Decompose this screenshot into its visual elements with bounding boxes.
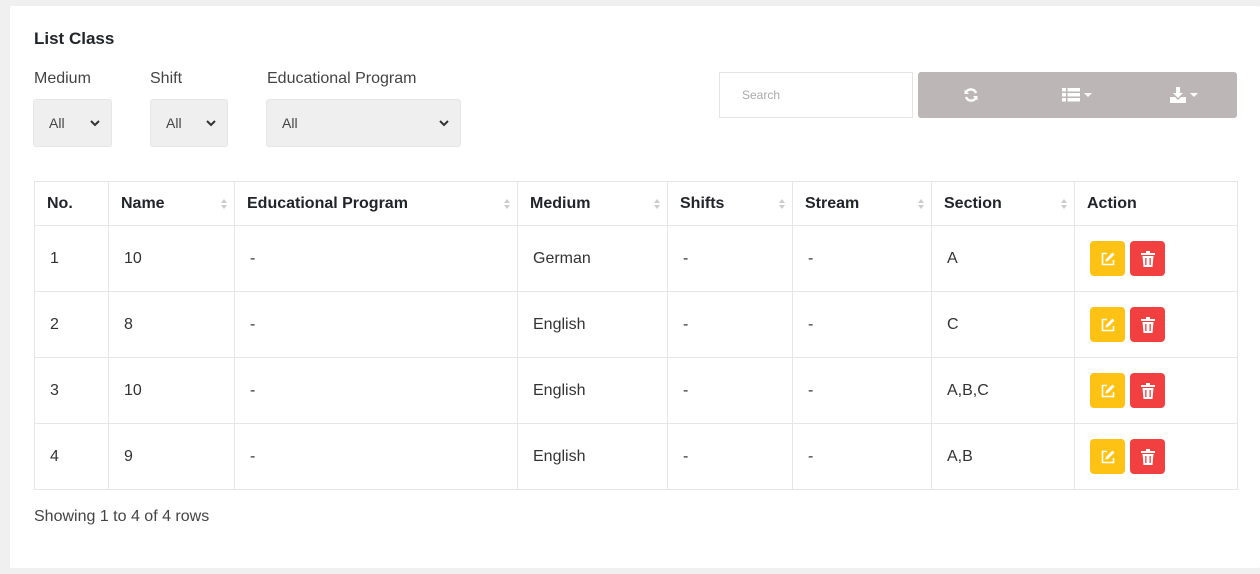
cell-action xyxy=(1074,291,1238,358)
table-header-row: No. Name Educational Program Medium Shif… xyxy=(34,181,1238,226)
cell-medium: English xyxy=(517,357,668,424)
sort-icon xyxy=(221,198,227,209)
program-filter-label: Educational Program xyxy=(267,70,417,87)
sort-icon xyxy=(779,198,785,209)
search-input[interactable]: Search xyxy=(719,72,913,118)
cell-no: 1 xyxy=(34,225,109,292)
column-header-stream[interactable]: Stream xyxy=(792,181,932,226)
cell-stream: - xyxy=(792,225,932,292)
table-toolbar xyxy=(918,72,1237,118)
sort-icon xyxy=(1061,198,1067,209)
refresh-button[interactable] xyxy=(918,72,1024,118)
chevron-down-icon xyxy=(439,120,449,127)
cell-no: 4 xyxy=(34,423,109,490)
refresh-icon xyxy=(964,88,978,102)
list-class-card: List Class Medium All Shift All Educatio… xyxy=(10,6,1260,568)
cell-name: 10 xyxy=(108,225,235,292)
column-header-no: No. xyxy=(34,181,109,226)
edit-button[interactable] xyxy=(1090,373,1125,408)
cell-medium: English xyxy=(517,423,668,490)
cell-stream: - xyxy=(792,357,932,424)
cell-no: 3 xyxy=(34,357,109,424)
table-row: 2 8 - English - - C xyxy=(34,291,1238,358)
pagination-summary: Showing 1 to 4 of 4 rows xyxy=(34,508,210,525)
column-header-name[interactable]: Name xyxy=(108,181,235,226)
cell-stream: - xyxy=(792,423,932,490)
shift-filter-label: Shift xyxy=(150,70,183,87)
cell-name: 10 xyxy=(108,357,235,424)
medium-filter-label: Medium xyxy=(34,70,91,87)
export-button[interactable] xyxy=(1131,72,1237,118)
edit-icon xyxy=(1101,318,1114,331)
sort-icon xyxy=(654,198,660,209)
trash-icon xyxy=(1140,250,1155,267)
cell-section: A xyxy=(931,225,1075,292)
search-placeholder: Search xyxy=(742,88,781,102)
column-header-medium[interactable]: Medium xyxy=(517,181,668,226)
cell-shifts: - xyxy=(667,423,793,490)
caret-down-icon xyxy=(1084,93,1093,97)
list-columns-icon xyxy=(1062,88,1081,102)
cell-program: - xyxy=(234,357,518,424)
delete-button[interactable] xyxy=(1130,373,1165,408)
medium-select[interactable]: All xyxy=(33,99,112,147)
page-title: List Class xyxy=(34,29,115,48)
table-row: 4 9 - English - - A,B xyxy=(34,423,1238,490)
edit-button[interactable] xyxy=(1090,439,1125,474)
sort-icon xyxy=(504,198,510,209)
trash-icon xyxy=(1140,382,1155,399)
cell-shifts: - xyxy=(667,357,793,424)
edit-button[interactable] xyxy=(1090,241,1125,276)
edit-button[interactable] xyxy=(1090,307,1125,342)
edit-icon xyxy=(1101,252,1114,265)
program-select[interactable]: All xyxy=(266,99,461,147)
delete-button[interactable] xyxy=(1130,307,1165,342)
class-table: No. Name Educational Program Medium Shif… xyxy=(34,181,1238,490)
cell-medium: German xyxy=(517,225,668,292)
caret-down-icon xyxy=(1189,93,1198,97)
cell-shifts: - xyxy=(667,291,793,358)
sort-icon xyxy=(918,198,924,209)
shift-select-value: All xyxy=(166,115,182,131)
chevron-down-icon xyxy=(90,120,100,127)
delete-button[interactable] xyxy=(1130,439,1165,474)
cell-name: 8 xyxy=(108,291,235,358)
cell-action xyxy=(1074,357,1238,424)
medium-select-value: All xyxy=(49,115,65,131)
trash-icon xyxy=(1140,448,1155,465)
edit-icon xyxy=(1101,450,1114,463)
cell-medium: English xyxy=(517,291,668,358)
table-row: 3 10 - English - - A,B,C xyxy=(34,357,1238,424)
cell-program: - xyxy=(234,291,518,358)
cell-no: 2 xyxy=(34,291,109,358)
delete-button[interactable] xyxy=(1130,241,1165,276)
cell-action xyxy=(1074,225,1238,292)
cell-shifts: - xyxy=(667,225,793,292)
table-row: 1 10 - German - - A xyxy=(34,225,1238,292)
column-header-shifts[interactable]: Shifts xyxy=(667,181,793,226)
download-icon xyxy=(1169,87,1186,103)
columns-toggle-button[interactable] xyxy=(1024,72,1130,118)
cell-section: A,B xyxy=(931,423,1075,490)
column-header-action: Action xyxy=(1074,181,1238,226)
program-select-value: All xyxy=(282,115,298,131)
cell-section: A,B,C xyxy=(931,357,1075,424)
cell-program: - xyxy=(234,225,518,292)
edit-icon xyxy=(1101,384,1114,397)
cell-program: - xyxy=(234,423,518,490)
shift-select[interactable]: All xyxy=(150,99,228,147)
cell-section: C xyxy=(931,291,1075,358)
column-header-program[interactable]: Educational Program xyxy=(234,181,518,226)
cell-name: 9 xyxy=(108,423,235,490)
chevron-down-icon xyxy=(206,120,216,127)
cell-stream: - xyxy=(792,291,932,358)
cell-action xyxy=(1074,423,1238,490)
trash-icon xyxy=(1140,316,1155,333)
column-header-section[interactable]: Section xyxy=(931,181,1075,226)
